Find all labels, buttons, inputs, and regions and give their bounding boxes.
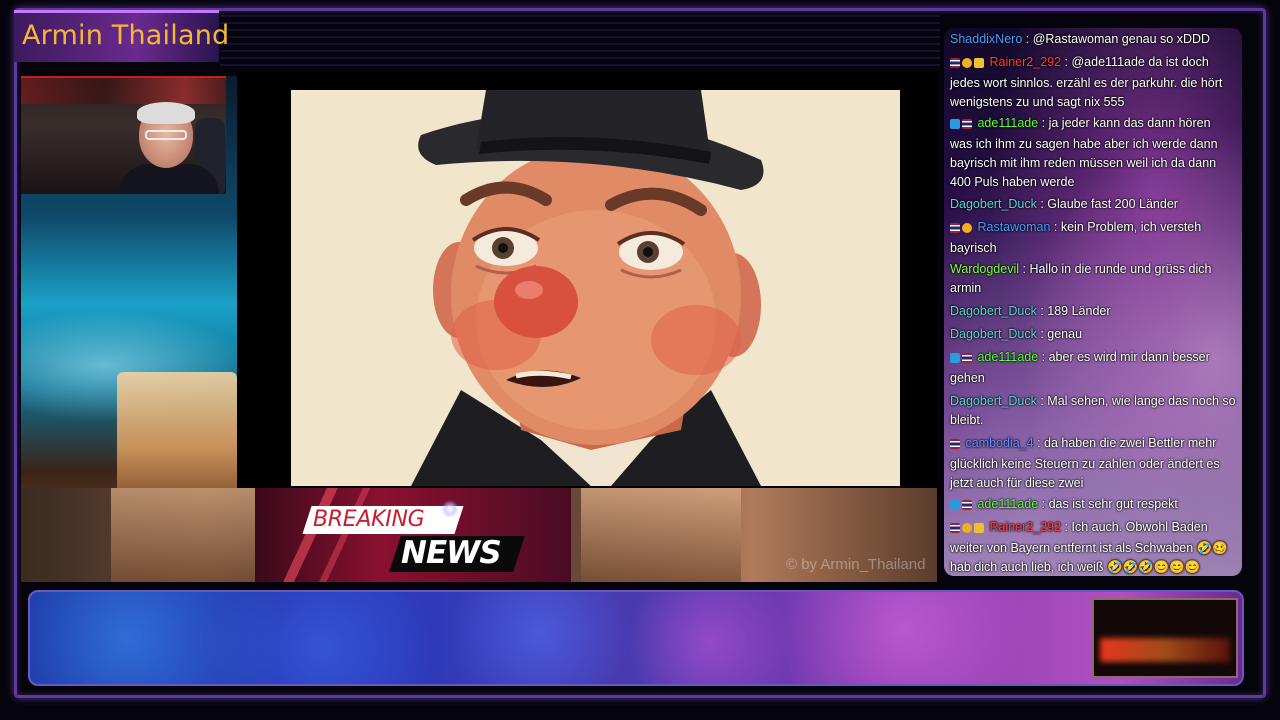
chat-message: ShaddixNero : @Rastawoman genau so xDDD (950, 30, 1236, 49)
chat-message: Wardogdevil : Hallo in die runde und grü… (950, 260, 1236, 298)
chat-username[interactable]: Dagobert_Duck (950, 304, 1037, 318)
user-badges (950, 55, 986, 74)
chat-message: Dagobert_Duck : Glaube fast 200 Länder (950, 195, 1236, 214)
breaking-news-banner: BREAKING NEWS (255, 488, 571, 582)
chat-text: 189 Länder (1047, 304, 1111, 318)
flag-badge-icon (962, 500, 972, 510)
chat-separator: : (1038, 497, 1049, 511)
chat-text: das ist sehr gut respekt (1048, 497, 1178, 511)
channel-title: Armin Thailand (22, 20, 230, 51)
desk-right (581, 488, 741, 582)
chat-separator: : (1036, 197, 1048, 211)
chat-username[interactable]: ade111ade (974, 350, 1038, 364)
chat-separator: : (1038, 116, 1049, 130)
chat-text: genau (1047, 327, 1083, 341)
chat-separator: : (1022, 32, 1033, 46)
chat-separator: : (1033, 436, 1044, 450)
flag-badge-icon (950, 223, 960, 233)
chat-panel[interactable]: ShaddixNero : @Rastawoman genau so xDDD … (944, 28, 1242, 576)
user-badges (950, 436, 962, 455)
chat-text: @Rastawoman genau so xDDD (1032, 32, 1211, 46)
cartoon-man-illustration (411, 90, 764, 486)
chat-separator: : (1036, 304, 1048, 318)
chat-message: Dagobert_Duck : Mal sehen, wie lange das… (950, 392, 1236, 430)
frame-decoration (220, 8, 940, 68)
chat-username[interactable]: Wardogdevil (950, 262, 1019, 276)
user-badges (950, 520, 986, 539)
desk-left (111, 488, 261, 582)
chat-separator: : (1038, 350, 1049, 364)
flag-badge-icon (962, 119, 972, 129)
flag-badge-icon (950, 439, 960, 449)
coin-badge-icon (962, 223, 972, 233)
user-badges (950, 220, 974, 239)
chat-separator: : (1019, 262, 1030, 276)
chat-message: ade111ade : ja jeder kann das dann hören… (950, 114, 1236, 192)
streamer-hair (137, 102, 195, 124)
bottom-ticker-bar (28, 590, 1244, 686)
chat-text: Glaube fast 200 Länder (1047, 197, 1178, 211)
user-badges (950, 497, 974, 516)
chat-separator: : (1061, 520, 1072, 534)
crown-badge-icon (974, 58, 984, 68)
play-badge-icon (950, 353, 960, 363)
chat-username[interactable]: ade111ade (974, 497, 1038, 511)
flag-badge-icon (950, 523, 960, 533)
video-frame (291, 90, 900, 486)
chat-message: cambodia_4 : da haben die zwei Bettler m… (950, 434, 1236, 493)
chat-separator: : (1061, 55, 1072, 69)
chat-message: Dagobert_Duck : genau (950, 325, 1236, 344)
coin-badge-icon (962, 58, 972, 68)
chat-message: Rastawoman : kein Problem, ich versteh b… (950, 218, 1236, 258)
chat-message: ade111ade : das ist sehr gut respekt (950, 495, 1236, 516)
play-badge-icon (950, 119, 960, 129)
chat-message: Rainer2_292 : Ich auch. Obwohl Baden wei… (950, 518, 1236, 576)
coin-badge-icon (962, 523, 972, 533)
flag-badge-icon (950, 58, 960, 68)
chat-username[interactable]: cambodia_4 (962, 436, 1033, 450)
chat-username[interactable]: Dagobert_Duck (950, 197, 1037, 211)
news-label: NEWS (401, 535, 502, 571)
crown-badge-icon (974, 523, 984, 533)
chat-username[interactable]: Rastawoman (974, 220, 1050, 234)
thumbnail-lights (1100, 638, 1230, 662)
user-badges (950, 116, 974, 135)
chat-message: Rainer2_292 : @ade111ade da ist doch jed… (950, 53, 1236, 112)
chat-message: ade111ade : aber es wird mir dann besser… (950, 348, 1236, 388)
chat-separator: : (1036, 327, 1048, 341)
chat-username[interactable]: ade111ade (974, 116, 1038, 130)
chat-username[interactable]: Dagobert_Duck (950, 394, 1037, 408)
flag-badge-icon (962, 353, 972, 363)
lens-flare (441, 500, 459, 518)
streamer-glasses (145, 130, 187, 140)
chat-username[interactable]: ShaddixNero (950, 32, 1022, 46)
chat-username[interactable]: Rainer2_292 (986, 55, 1061, 69)
streamer-body (119, 164, 219, 194)
chat-username[interactable]: Dagobert_Duck (950, 327, 1037, 341)
chat-username[interactable]: Rainer2_292 (986, 520, 1061, 534)
webcam-feed (21, 76, 226, 194)
chat-message: Dagobert_Duck : 189 Länder (950, 302, 1236, 321)
preview-thumbnail (1092, 598, 1238, 678)
breaking-label: BREAKING (313, 507, 425, 532)
chat-separator: : (1036, 394, 1048, 408)
play-badge-icon (950, 500, 960, 510)
chat-separator: : (1050, 220, 1061, 234)
webcam-background (21, 78, 226, 104)
user-badges (950, 350, 974, 369)
watermark: © by Armin_Thailand (786, 556, 926, 573)
